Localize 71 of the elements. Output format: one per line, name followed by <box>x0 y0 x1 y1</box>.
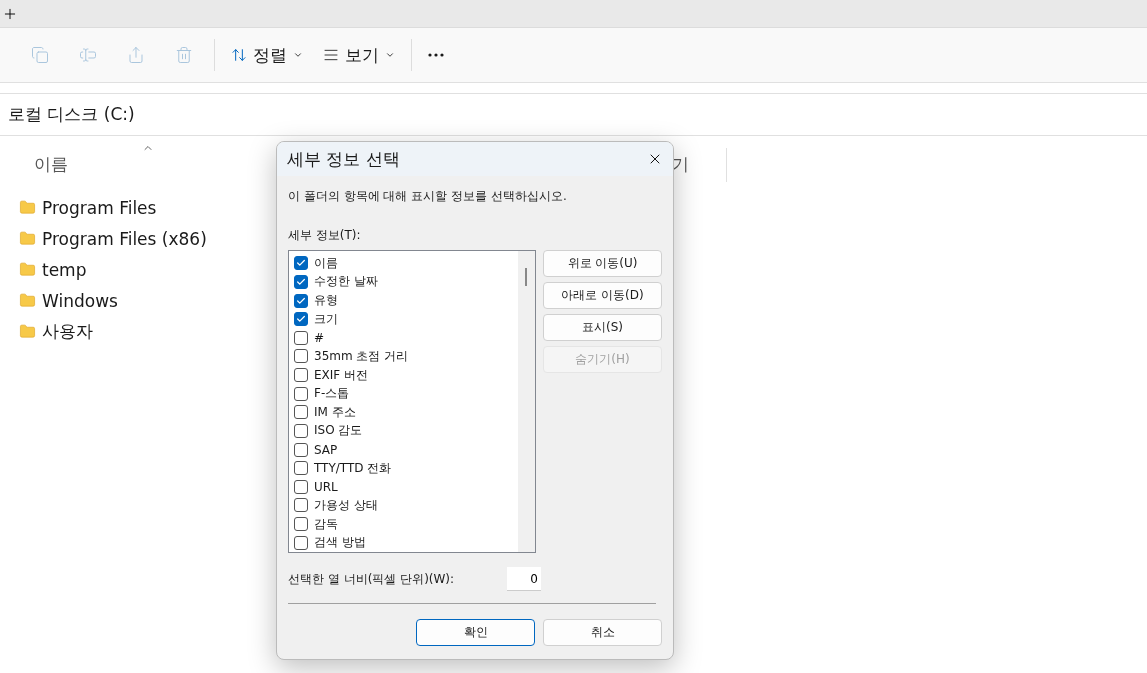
check-icon <box>296 314 306 325</box>
checkbox[interactable] <box>294 442 308 457</box>
detail-label[interactable]: ISO 감도 <box>314 422 363 440</box>
folder-name[interactable]: temp <box>42 259 87 280</box>
detail-label[interactable]: F-스톱 <box>314 385 350 403</box>
column-width-label: 선택한 열 너비(픽셀 단위)(W): <box>288 570 455 588</box>
detail-label[interactable]: TTY/TTD 전화 <box>314 459 392 477</box>
checkbox[interactable] <box>294 535 308 550</box>
checkbox[interactable] <box>294 386 308 401</box>
checkbox[interactable] <box>294 498 308 513</box>
check-icon <box>296 258 306 269</box>
checkbox[interactable] <box>294 368 308 383</box>
move-button[interactable]: 표시(S) <box>543 314 662 341</box>
delete-icon <box>175 46 193 64</box>
detail-label[interactable]: SAP <box>314 442 338 457</box>
move-button[interactable]: 위로 이동(U) <box>543 250 662 277</box>
detail-label[interactable]: 가용성 상태 <box>314 496 378 514</box>
dialog-title: 세부 정보 선택 <box>287 147 400 171</box>
sort-button[interactable]: 정렬 <box>221 37 313 73</box>
checkbox[interactable] <box>294 293 308 308</box>
detail-label[interactable]: 35mm 초점 거리 <box>314 347 409 365</box>
checkbox[interactable] <box>294 274 308 289</box>
column-width-field[interactable]: 0 <box>507 567 541 591</box>
folder-icon <box>19 199 36 216</box>
copy-icon <box>31 46 49 64</box>
folder-name[interactable]: Program Files (x86) <box>42 228 207 249</box>
checkbox[interactable] <box>294 517 308 532</box>
detail-label[interactable]: IM 주소 <box>314 403 356 421</box>
checkbox[interactable] <box>294 349 308 364</box>
cancel-button[interactable]: 취소 <box>543 619 662 646</box>
view-button[interactable]: 보기 <box>313 37 405 73</box>
detail-label[interactable]: # <box>314 330 325 345</box>
checkbox[interactable] <box>294 423 308 438</box>
folder-name[interactable]: 사용자 <box>42 320 93 343</box>
checkbox[interactable] <box>294 405 308 420</box>
folder-icon <box>19 261 36 278</box>
move-button[interactable]: 아래로 이동(D) <box>543 282 662 309</box>
instruction-text: 이 폴더의 항목에 대해 표시할 정보를 선택하십시오. <box>288 188 568 205</box>
more-icon <box>428 53 444 57</box>
detail-label[interactable]: 유형 <box>314 292 338 310</box>
column-header[interactable]: 이름 <box>34 152 68 176</box>
lines-icon <box>323 47 339 63</box>
checkbox[interactable] <box>294 479 308 494</box>
details-label: 세부 정보(T): <box>288 227 362 244</box>
checkbox[interactable] <box>294 461 308 476</box>
detail-label[interactable]: 감독 <box>314 515 338 533</box>
folder-name[interactable]: Program Files <box>42 197 157 218</box>
chevron-down-icon <box>385 50 395 60</box>
sort-arrows-icon <box>231 47 247 63</box>
checkbox[interactable] <box>294 330 308 345</box>
rename-icon <box>79 46 97 64</box>
detail-label[interactable]: 이름 <box>314 254 338 272</box>
detail-label[interactable]: 수정한 날짜 <box>314 273 378 291</box>
detail-label[interactable]: 크기 <box>314 310 338 328</box>
checkbox[interactable] <box>294 312 308 327</box>
check-icon <box>296 295 306 306</box>
chevron-down-icon <box>293 50 303 60</box>
detail-label[interactable]: EXIF 버전 <box>314 366 369 384</box>
folder-icon <box>19 323 36 340</box>
folder-icon <box>19 292 36 309</box>
share-icon <box>127 46 145 64</box>
detail-label[interactable]: URL <box>314 479 338 494</box>
folder-name[interactable]: Windows <box>42 290 118 311</box>
checkbox[interactable] <box>294 256 308 271</box>
scrollbar[interactable] <box>518 251 535 552</box>
check-icon <box>296 276 306 287</box>
column-header[interactable]: 기 <box>672 152 689 176</box>
folder-icon <box>19 230 36 247</box>
address-bar[interactable]: 로컬 디스크 (C:) <box>0 94 1147 136</box>
detail-label[interactable]: 검색 방법 <box>314 534 366 552</box>
ok-button[interactable]: 확인 <box>416 619 535 646</box>
